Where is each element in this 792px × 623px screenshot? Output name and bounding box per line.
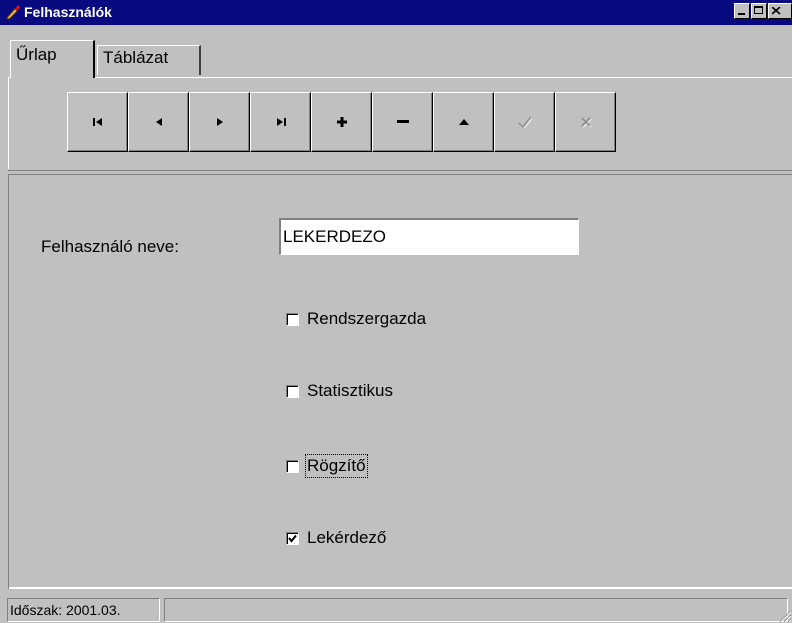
checkbox-label: Statisztikus — [307, 381, 393, 400]
close-button[interactable] — [768, 3, 792, 19]
close-icon — [772, 7, 781, 15]
insert-record-button[interactable] — [311, 92, 372, 152]
maximize-button[interactable] — [751, 3, 767, 19]
status-bar: Időszak: 2001.03. — [0, 596, 792, 623]
username-label: Felhasználó neve: — [41, 237, 179, 256]
checkbox-box[interactable] — [286, 384, 299, 398]
checkbox-rendszergazda[interactable]: Rendszergazda — [286, 308, 426, 330]
post-edit-icon — [517, 116, 532, 128]
prior-record-button[interactable] — [128, 92, 189, 152]
delete-record-button[interactable] — [372, 92, 433, 152]
tab-urlap[interactable]: Űrlap — [10, 40, 95, 78]
status-period: Időszak: 2001.03. — [7, 598, 160, 622]
users-window: Felhasználók Űrlap Táblázat Felhasználó … — [0, 0, 792, 623]
resize-grip-icon[interactable] — [778, 609, 792, 623]
checkbox-statisztikus[interactable]: Statisztikus — [286, 380, 393, 402]
checkbox-box[interactable] — [286, 531, 299, 545]
cancel-edit-icon — [580, 117, 592, 128]
record-navigator — [67, 92, 616, 152]
username-input[interactable] — [279, 218, 579, 255]
checkbox-label: Rendszergazda — [307, 309, 427, 328]
tab-tablazat[interactable]: Táblázat — [97, 45, 201, 75]
prior-record-icon — [155, 118, 162, 126]
minimize-icon — [738, 13, 745, 15]
maximize-icon — [754, 6, 763, 14]
next-record-button[interactable] — [189, 92, 250, 152]
checkmark-icon — [288, 534, 297, 543]
title-bar[interactable]: Felhasználók — [0, 0, 792, 25]
status-panel-empty — [164, 598, 788, 622]
app-icon — [6, 5, 20, 20]
checkbox-box[interactable] — [286, 312, 299, 326]
first-record-icon — [92, 118, 102, 126]
checkbox-label: Rögzítő — [305, 454, 368, 478]
minimize-button[interactable] — [734, 3, 750, 19]
insert-record-icon — [336, 117, 347, 127]
last-record-icon — [276, 118, 286, 126]
next-record-icon — [216, 118, 223, 126]
checkbox-box[interactable] — [286, 459, 299, 473]
checkbox-lekerdezo[interactable]: Lekérdező — [286, 527, 386, 549]
checkbox-label: Lekérdező — [307, 528, 387, 547]
edit-record-icon — [458, 119, 469, 125]
window-title: Felhasználók — [24, 4, 112, 20]
edit-record-button[interactable] — [433, 92, 494, 152]
navigator-panel — [8, 77, 792, 171]
first-record-button[interactable] — [67, 92, 128, 152]
cancel-edit-button[interactable] — [555, 92, 616, 152]
checkbox-rogzito[interactable]: Rögzítő — [286, 454, 368, 478]
delete-record-icon — [396, 120, 409, 123]
post-edit-button[interactable] — [494, 92, 555, 152]
last-record-button[interactable] — [250, 92, 311, 152]
form-panel: Felhasználó neve: Rendszergazda Statiszt… — [8, 174, 792, 589]
